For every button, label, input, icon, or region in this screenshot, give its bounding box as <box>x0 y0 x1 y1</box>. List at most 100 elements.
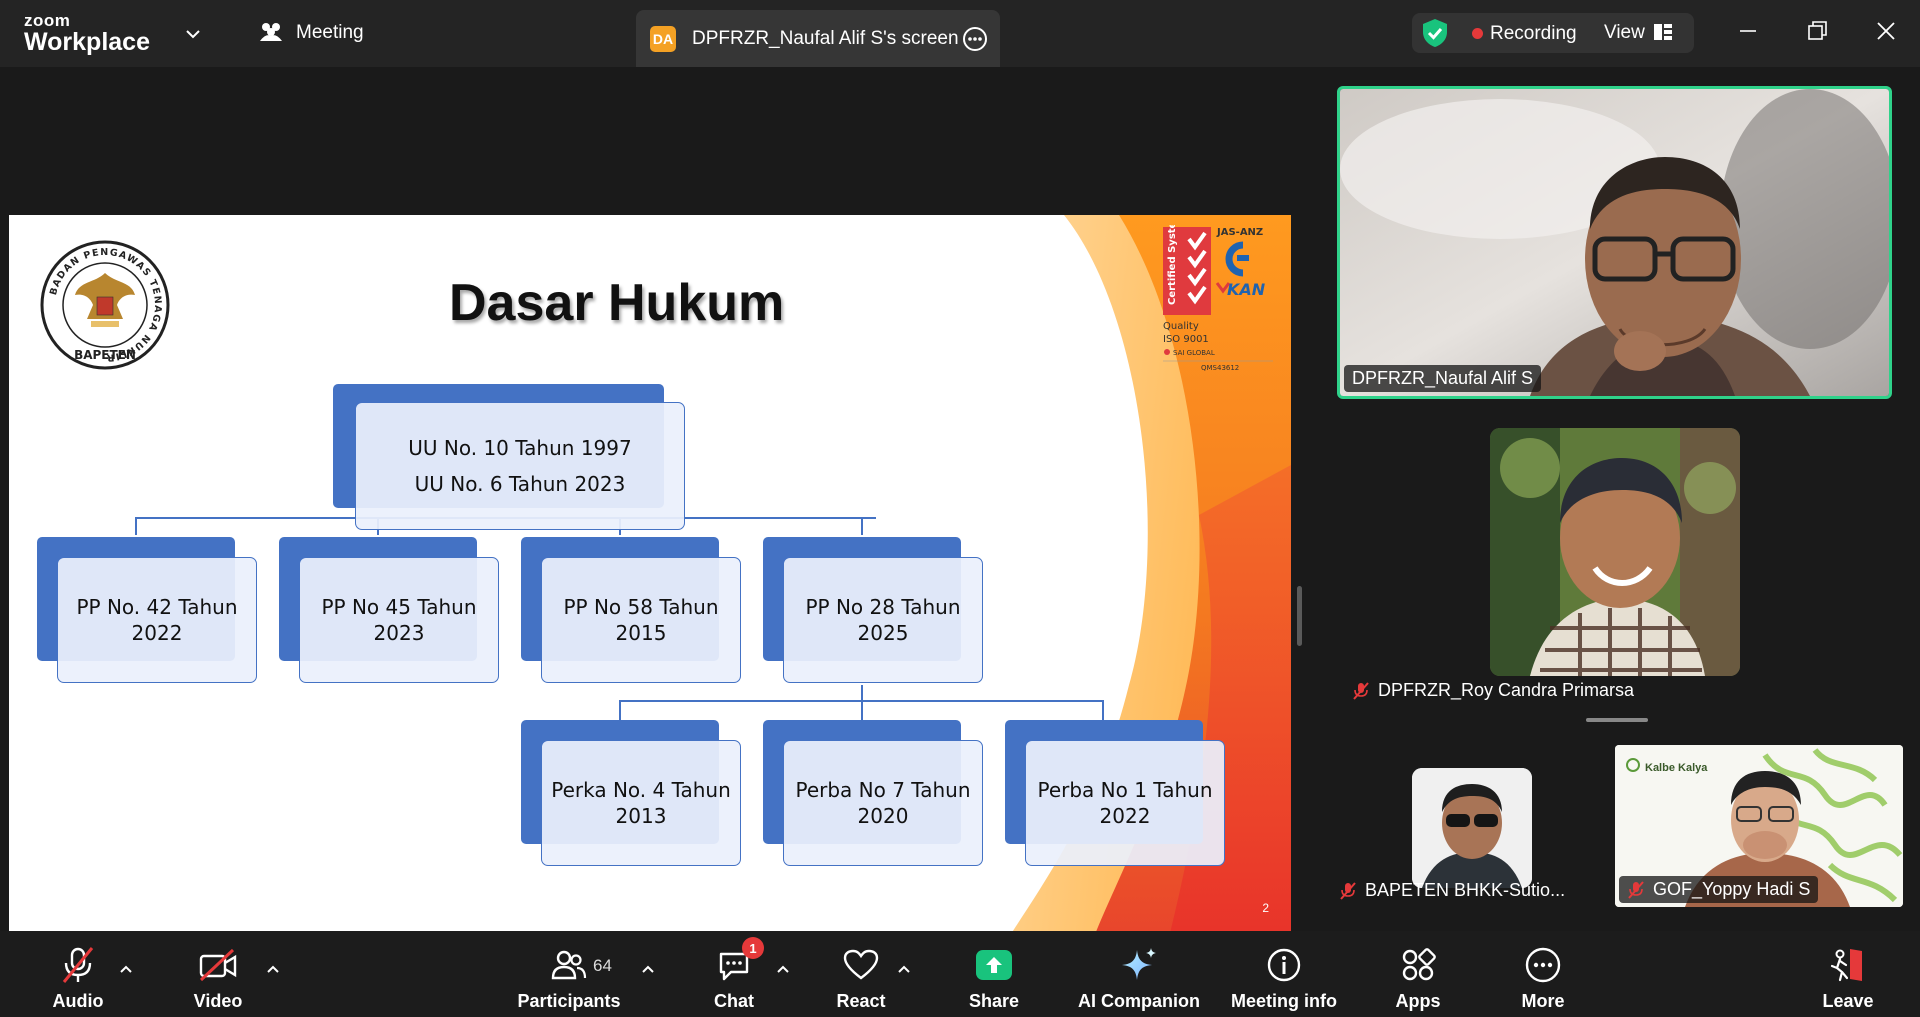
layout-grid-icon[interactable] <box>1652 21 1674 43</box>
node-perba1-line1: Perba No 1 Tahun <box>1037 778 1213 802</box>
node-root-line2: UU No. 6 Tahun 2023 <box>414 472 626 496</box>
recording-dot-icon <box>1472 28 1483 39</box>
participant-name-tag: DPFRZR_Naufal Alif S <box>1344 365 1542 392</box>
meeting-info-button[interactable]: Meeting info <box>1222 931 1346 1017</box>
audio-options-caret-icon[interactable] <box>118 961 134 977</box>
zoom-workplace-logo: zoom Workplace <box>24 12 150 55</box>
react-label: React <box>836 991 886 1011</box>
node-pp58-line1: PP No 58 Tahun <box>563 595 719 619</box>
participant-video-frame <box>1340 89 1889 396</box>
audio-label: Audio <box>52 991 104 1011</box>
node-perka4-line2: 2013 <box>615 804 667 828</box>
node-pp28-line2: 2025 <box>857 621 909 645</box>
chat-options-caret-icon[interactable] <box>775 961 791 977</box>
video-label: Video <box>193 991 243 1011</box>
logo-line-2: Workplace <box>24 28 150 56</box>
connector-drop-5 <box>619 700 621 720</box>
more-label: More <box>1521 991 1565 1011</box>
node-perba1-line2: 2022 <box>1099 804 1151 828</box>
participant-name-tag: GOF_Yoppy Hadi S <box>1619 876 1819 903</box>
participants-options-caret-icon[interactable] <box>640 961 656 977</box>
apps-icon <box>1402 948 1436 981</box>
meeting-controls-toolbar: Audio Video Participants 64 1 Chat React… <box>0 931 1920 1017</box>
participant-name: DPFRZR_Naufal Alif S <box>1352 368 1534 388</box>
svg-text:ISO 9001: ISO 9001 <box>1163 334 1209 345</box>
svg-text:SAI GLOBAL: SAI GLOBAL <box>1173 349 1215 357</box>
audio-button[interactable]: Audio <box>36 931 120 1017</box>
chevron-down-icon[interactable] <box>182 23 204 45</box>
apps-label: Apps <box>1395 991 1441 1011</box>
node-perka4-line1: Perka No. 4 Tahun <box>551 778 731 802</box>
ai-companion-button[interactable]: AI Companion <box>1076 931 1202 1017</box>
mic-muted-icon <box>62 947 94 983</box>
leave-label: Leave <box>1822 991 1874 1011</box>
video-tile-participant[interactable] <box>1412 768 1532 888</box>
node-pp45-line1: PP No 45 Tahun <box>321 595 477 619</box>
participant-name: DPFRZR_Roy Candra Primarsa <box>1378 680 1635 700</box>
participant-name-tag: DPFRZR_Roy Candra Primarsa <box>1344 677 1642 704</box>
shared-screen-area[interactable]: BADAN PENGAWAS TENAGA NUKLIR BAPETEN Cer… <box>0 67 1304 937</box>
node-perba7-line1: Perba No 7 Tahun <box>795 778 971 802</box>
org-node-perba1: Perba No 1 Tahun 2022 <box>1005 720 1225 866</box>
video-button[interactable]: Video <box>176 931 260 1017</box>
restore-icon[interactable] <box>1802 16 1832 46</box>
recording-indicator[interactable]: Recording <box>1490 23 1577 45</box>
org-node-root: UU No. 10 Tahun 1997 UU No. 6 Tahun 2023 <box>333 384 685 540</box>
participants-label: Participants <box>517 991 621 1011</box>
sharer-avatar-badge: DA <box>650 25 676 52</box>
security-shield-icon[interactable] <box>1420 17 1450 49</box>
minimize-icon[interactable] <box>1733 16 1763 46</box>
react-options-caret-icon[interactable] <box>896 961 912 977</box>
more-icon <box>1525 947 1561 983</box>
apps-button[interactable]: Apps <box>1378 931 1458 1017</box>
split-resize-handle[interactable] <box>1297 586 1302 646</box>
logo-line-1: zoom <box>24 11 71 30</box>
leave-button[interactable]: Leave <box>1808 931 1888 1017</box>
close-icon[interactable] <box>1871 16 1901 46</box>
kalbe-kalya-text: Kalbe Kalya <box>1645 762 1708 774</box>
video-tile-participant[interactable] <box>1490 428 1740 676</box>
presentation-slide: BADAN PENGAWAS TENAGA NUKLIR BAPETEN Cer… <box>9 215 1291 937</box>
slide-title: Dasar Hukum <box>449 274 785 332</box>
video-off-icon <box>199 948 237 982</box>
video-tile-active-speaker[interactable]: DPFRZR_Naufal Alif S <box>1337 86 1892 399</box>
node-pp58-line2: 2015 <box>615 621 667 645</box>
view-button[interactable]: View <box>1604 22 1645 44</box>
ai-companion-label: AI Companion <box>1078 991 1200 1011</box>
zoom-meeting-window: zoom Workplace Meeting DA DPFRZR_Naufal … <box>0 0 1920 1017</box>
title-bar: zoom Workplace Meeting DA DPFRZR_Naufal … <box>0 0 1920 67</box>
meeting-menu-button[interactable]: Meeting <box>258 22 364 44</box>
share-label: Share <box>968 991 1020 1011</box>
bapeten-seal-logo: BADAN PENGAWAS TENAGA NUKLIR BAPETEN <box>40 240 170 370</box>
connector-pp28-to-level3 <box>619 700 1103 702</box>
chat-button[interactable]: 1 Chat <box>694 931 774 1017</box>
more-button[interactable]: More <box>1503 931 1583 1017</box>
node-pp45-line2: 2023 <box>373 621 425 645</box>
slide-page-number: 2 <box>1262 901 1269 915</box>
svg-text:Quality: Quality <box>1163 321 1199 332</box>
svg-text:Certified System: Certified System <box>1167 225 1178 305</box>
participant-name: GOF_Yoppy Hadi S <box>1653 879 1811 899</box>
connector-drop-6 <box>1102 700 1104 720</box>
org-node-pp45: PP No 45 Tahun 2023 <box>279 537 499 683</box>
video-options-caret-icon[interactable] <box>265 961 281 977</box>
people-icon <box>260 23 282 41</box>
org-node-perka4: Perka No. 4 Tahun 2013 <box>521 720 741 866</box>
chat-label: Chat <box>714 991 754 1011</box>
share-button[interactable]: Share <box>954 931 1034 1017</box>
node-pp42-line1: PP No. 42 Tahun <box>76 595 238 619</box>
chat-unread-badge: 1 <box>742 937 764 959</box>
more-options-icon[interactable] <box>962 26 988 52</box>
svg-text:KAN: KAN <box>1227 280 1266 299</box>
video-tile-participant[interactable]: Kalbe Kalya GOF_Yoppy Hadi S <box>1615 745 1903 907</box>
muted-mic-icon <box>1340 881 1356 900</box>
svg-text:BAPETEN: BAPETEN <box>74 348 136 362</box>
connector-drop-4 <box>861 517 863 535</box>
meeting-label: Meeting <box>296 22 364 43</box>
react-button[interactable]: React <box>821 931 901 1017</box>
gallery-page-indicator[interactable] <box>1586 718 1648 722</box>
shared-screen-tab[interactable]: DA DPFRZR_Naufal Alif S's screen <box>636 10 1000 67</box>
share-icon <box>976 950 1012 980</box>
svg-text:JAS-ANZ: JAS-ANZ <box>1216 227 1263 238</box>
svg-text:QMS43612: QMS43612 <box>1201 364 1239 372</box>
